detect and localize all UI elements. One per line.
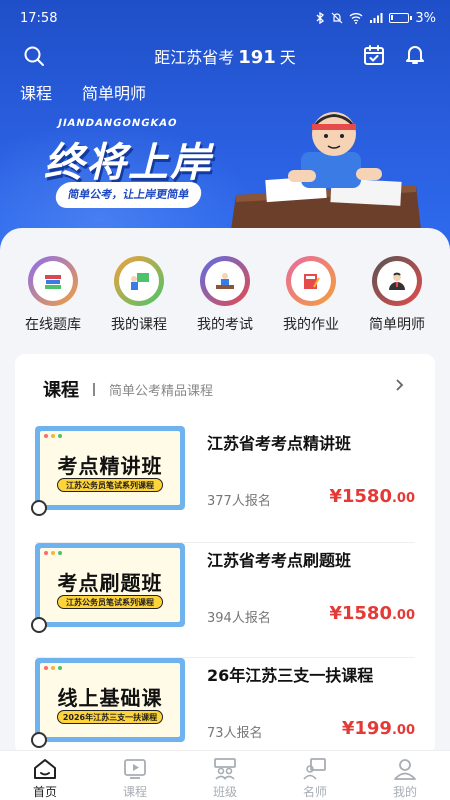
tab-teachers[interactable]: 名师 — [275, 751, 355, 800]
magnifier-icon — [31, 500, 47, 516]
course-name: 江苏省考考点刷题班 — [207, 551, 352, 570]
quick-links: 在线题库 我的课程 我的考试 我的作业 简单明师 — [0, 256, 450, 334]
home-icon — [34, 759, 56, 779]
header-divider — [93, 382, 95, 396]
hero-title[interactable]: 终将上岸 — [44, 130, 212, 188]
price-decimal: .00 — [391, 608, 415, 623]
student-studying-illustration — [231, 112, 421, 230]
bell-icon[interactable] — [403, 42, 427, 66]
status-icons: 3% — [315, 11, 436, 26]
hero-slogan: 简单公考，让上岸更简单 — [53, 182, 204, 208]
thumbnail-title: 线上基础课 — [57, 686, 163, 710]
thumbnail-ribbon: 江苏公务员笔试系列课程 — [57, 478, 163, 492]
teacher-icon — [114, 256, 164, 306]
course-thumbnail: 考点精讲班 江苏公务员笔试系列课程 — [31, 426, 185, 516]
status-time: 17:58 — [20, 10, 58, 26]
signal-icon — [370, 13, 383, 23]
app-header: 距江苏省考 191 天 — [0, 36, 450, 76]
course-enrolled: 73人报名 — [207, 726, 263, 741]
chevron-right-icon[interactable] — [393, 378, 407, 392]
price-main: ¥1580 — [329, 486, 392, 507]
user-icon — [394, 759, 416, 780]
tab-label: 名师 — [302, 785, 327, 799]
price-decimal: .00 — [391, 723, 415, 738]
top-tabs: 课程 简单明师 — [20, 80, 146, 104]
quick-link-question-bank[interactable]: 在线题库 — [11, 256, 95, 334]
tab-class[interactable]: 班级 — [185, 751, 265, 800]
price-decimal: .00 — [391, 491, 415, 506]
thumbnail-ribbon: 2026年江苏三支一扶课程 — [57, 710, 163, 724]
tab-label: 我的 — [392, 785, 417, 799]
course-enrolled: 394人报名 — [207, 611, 271, 626]
exam-desk-icon — [200, 256, 250, 306]
top-tab-teacher[interactable]: 简单明师 — [82, 80, 146, 104]
tab-label: 首页 — [32, 785, 57, 799]
quick-link-label: 我的考试 — [197, 317, 253, 333]
course-price: ¥1580.00 — [329, 486, 415, 507]
course-card-title: 课程 — [43, 380, 79, 401]
tab-profile[interactable]: 我的 — [365, 751, 445, 800]
price-main: ¥199 — [341, 718, 392, 739]
course-name: 江苏省考考点精讲班 — [207, 434, 352, 453]
mute-icon — [331, 12, 343, 24]
course-name: 26年江苏三支一扶课程 — [207, 666, 374, 685]
course-thumbnail: 考点刷题班 江苏公务员笔试系列课程 — [31, 543, 185, 633]
quick-link-my-courses[interactable]: 我的课程 — [97, 256, 181, 334]
course-price: ¥1580.00 — [329, 603, 415, 624]
video-play-icon — [124, 759, 146, 779]
book-stack-icon — [28, 256, 78, 306]
course-thumbnail: 线上基础课 2026年江苏三支一扶课程 — [31, 658, 185, 748]
course-item[interactable]: 考点精讲班 江苏公务员笔试系列课程 江苏省考考点精讲班 377人报名 ¥1580… — [31, 426, 415, 534]
countdown-prefix: 距江苏省考 — [154, 48, 235, 67]
thumbnail-title: 考点刷题班 — [57, 571, 163, 595]
quick-link-my-homework[interactable]: 我的作业 — [269, 256, 353, 334]
bottom-tab-bar: 首页 课程 班级 名师 我的 — [0, 750, 450, 800]
status-bar: 17:58 3% — [0, 0, 450, 36]
quick-link-label: 我的课程 — [111, 317, 167, 333]
course-card: 课程 简单公考精品课程 考点精讲班 江苏公务员笔试系列课程 江苏省考考点精讲班 … — [15, 354, 435, 754]
top-banner: 17:58 3% 距江苏省考 191 天 课程 简单明师 JIANDANGONGKA… — [0, 0, 450, 260]
quick-link-label: 在线题库 — [25, 317, 81, 333]
course-item[interactable]: 线上基础课 2026年江苏三支一扶课程 26年江苏三支一扶课程 73人报名 ¥1… — [31, 657, 415, 754]
class-group-icon — [214, 758, 236, 780]
top-tab-course[interactable]: 课程 — [20, 80, 52, 104]
quick-link-teachers[interactable]: 简单明师 — [355, 256, 439, 334]
magnifier-icon — [31, 617, 47, 633]
course-card-subtitle: 简单公考精品课程 — [109, 383, 214, 399]
tab-home[interactable]: 首页 — [5, 751, 85, 800]
battery-icon — [389, 13, 413, 23]
battery-percent: 3% — [415, 10, 436, 26]
course-card-header[interactable]: 课程 简单公考精品课程 — [43, 376, 213, 402]
wifi-icon — [349, 13, 363, 24]
teacher-portrait-icon — [372, 256, 422, 306]
tab-label: 课程 — [122, 785, 147, 799]
quick-link-label: 简单明师 — [369, 317, 425, 333]
course-price: ¥199.00 — [342, 718, 415, 739]
tab-label: 班级 — [212, 785, 237, 799]
hero-english-text: JIANDANGONGKAO — [56, 118, 179, 129]
tab-courses[interactable]: 课程 — [95, 751, 175, 800]
bluetooth-icon — [316, 12, 325, 24]
quick-link-my-exams[interactable]: 我的考试 — [183, 256, 267, 334]
course-enrolled: 377人报名 — [207, 494, 271, 509]
countdown-suffix: 天 — [279, 48, 296, 67]
teacher-board-icon — [303, 758, 326, 780]
quick-link-label: 我的作业 — [283, 317, 339, 333]
thumbnail-title: 考点精讲班 — [57, 454, 163, 478]
course-item[interactable]: 考点刷题班 江苏公务员笔试系列课程 江苏省考考点刷题班 394人报名 ¥1580… — [31, 542, 415, 650]
magnifier-icon — [31, 732, 47, 748]
countdown-days: 191 — [238, 47, 276, 68]
thumbnail-ribbon: 江苏公务员笔试系列课程 — [57, 595, 163, 609]
homework-book-icon — [286, 256, 336, 306]
price-main: ¥1580 — [329, 603, 392, 624]
calendar-check-icon[interactable] — [362, 43, 386, 67]
